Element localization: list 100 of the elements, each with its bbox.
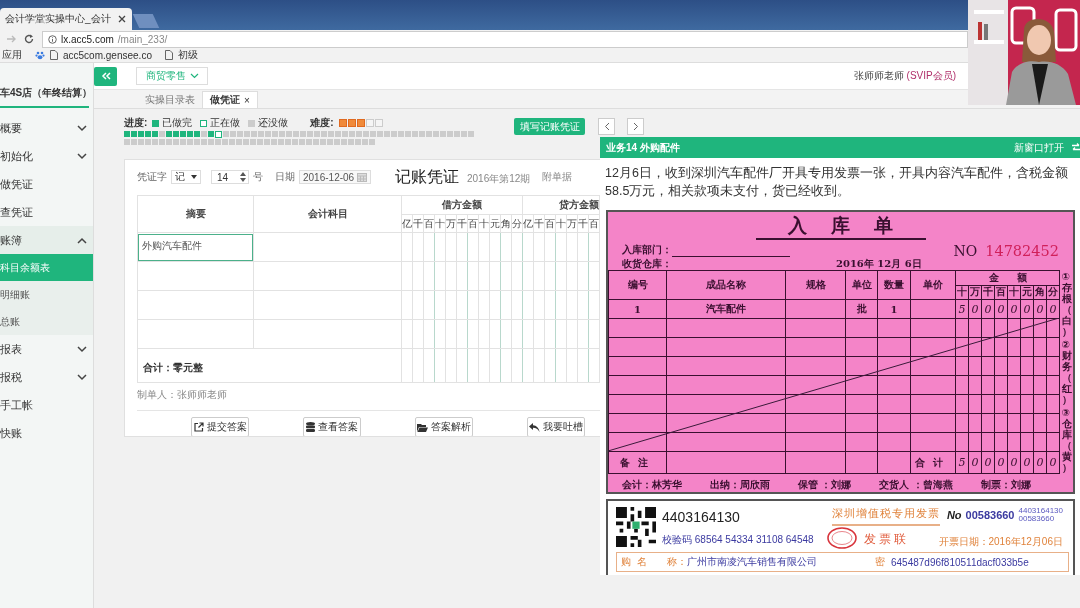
progress-cell[interactable] <box>138 139 144 145</box>
progress-cell[interactable] <box>236 139 242 145</box>
progress-cell[interactable] <box>384 131 390 137</box>
sidebar-subitem[interactable]: 总账 <box>0 308 93 335</box>
progress-cell[interactable] <box>173 139 179 145</box>
progress-cell[interactable] <box>321 131 327 137</box>
summary-field[interactable]: 外购汽车配件 <box>138 233 253 261</box>
progress-cell[interactable] <box>341 139 347 145</box>
progress-cell[interactable] <box>292 139 298 145</box>
bookmark[interactable]: 应用 <box>2 48 22 62</box>
progress-cell[interactable] <box>251 131 257 137</box>
previous-button[interactable] <box>598 118 615 135</box>
progress-cell[interactable] <box>363 131 369 137</box>
collapse-button[interactable] <box>94 66 117 86</box>
progress-cell[interactable] <box>327 139 333 145</box>
progress-cell[interactable] <box>391 131 397 137</box>
progress-cell[interactable] <box>124 131 130 137</box>
sidebar-item[interactable]: 报税 <box>0 363 93 391</box>
progress-cell[interactable] <box>194 131 200 137</box>
progress-cell[interactable] <box>334 139 340 145</box>
forward-icon[interactable] <box>6 34 16 44</box>
progress-cell[interactable] <box>201 131 207 137</box>
progress-cell[interactable] <box>229 139 235 145</box>
progress-cell[interactable] <box>412 131 418 137</box>
progress-cell[interactable] <box>159 131 165 137</box>
sidebar-item[interactable]: 快账 <box>0 419 93 447</box>
progress-cell[interactable] <box>272 131 278 137</box>
progress-cell[interactable] <box>299 139 305 145</box>
progress-cell[interactable] <box>187 131 193 137</box>
progress-cell[interactable] <box>342 131 348 137</box>
progress-cell[interactable] <box>306 139 312 145</box>
progress-cell[interactable] <box>320 139 326 145</box>
progress-cell[interactable] <box>257 139 263 145</box>
reload-icon[interactable] <box>24 34 34 44</box>
sidebar-item[interactable]: 手工帐 <box>0 391 93 419</box>
bookmark[interactable]: 初级 <box>177 48 198 62</box>
progress-cell[interactable] <box>307 131 313 137</box>
sidebar-item[interactable]: 查凭证 <box>0 198 93 226</box>
progress-cell[interactable] <box>286 131 292 137</box>
progress-cell[interactable] <box>258 131 264 137</box>
progress-cell[interactable] <box>433 131 439 137</box>
swap-icon[interactable] <box>1072 143 1080 152</box>
progress-cell[interactable] <box>278 139 284 145</box>
progress-cell[interactable] <box>370 131 376 137</box>
browser-tab[interactable]: 会计学堂实操中心_会计 <box>0 8 132 30</box>
progress-cell[interactable] <box>131 139 137 145</box>
progress-cell[interactable] <box>355 139 361 145</box>
sidebar-item[interactable]: 初始化 <box>0 142 93 170</box>
progress-cell[interactable] <box>419 131 425 137</box>
progress-cell[interactable] <box>180 131 186 137</box>
progress-cell[interactable] <box>152 139 158 145</box>
progress-cell[interactable] <box>405 131 411 137</box>
progress-cell[interactable] <box>152 131 158 137</box>
action-button[interactable]: 提交答案 <box>191 417 249 436</box>
sidebar-subitem[interactable]: 明细账 <box>0 281 93 308</box>
voucher-word-select[interactable]: 记 <box>171 170 201 184</box>
progress-cell[interactable] <box>145 131 151 137</box>
progress-cell[interactable] <box>145 139 151 145</box>
sidebar-item[interactable]: 报表 <box>0 335 93 363</box>
progress-cell[interactable] <box>208 131 214 137</box>
close-icon[interactable] <box>118 15 126 23</box>
progress-cell[interactable] <box>271 139 277 145</box>
progress-cell[interactable] <box>314 131 320 137</box>
progress-cell[interactable] <box>264 139 270 145</box>
address-field[interactable]: lx.acc5.com /main_233/ <box>42 30 968 48</box>
tab[interactable]: 实操目录表 <box>138 92 202 108</box>
progress-cell[interactable] <box>440 131 446 137</box>
progress-cell[interactable] <box>201 139 207 145</box>
progress-cell[interactable] <box>166 131 172 137</box>
progress-cell[interactable] <box>377 131 383 137</box>
progress-cell[interactable] <box>265 131 271 137</box>
progress-cell[interactable] <box>313 139 319 145</box>
voucher-number-field[interactable]: 14 <box>211 170 249 184</box>
bookmark[interactable]: acc5com.gensee.co <box>63 49 152 61</box>
progress-cell[interactable] <box>215 139 221 145</box>
sidebar-item[interactable]: 概要 <box>0 114 93 142</box>
progress-cell[interactable] <box>454 131 460 137</box>
progress-cell[interactable] <box>362 139 368 145</box>
progress-cell[interactable] <box>124 139 130 145</box>
progress-cell[interactable] <box>468 131 474 137</box>
progress-cell[interactable] <box>279 131 285 137</box>
progress-cell[interactable] <box>461 131 467 137</box>
progress-cell[interactable] <box>356 131 362 137</box>
new-tab-button[interactable] <box>132 14 160 28</box>
progress-cell[interactable] <box>194 139 200 145</box>
progress-cell[interactable] <box>223 131 229 137</box>
progress-cell[interactable] <box>230 131 236 137</box>
progress-cell[interactable] <box>215 131 222 138</box>
progress-cell[interactable] <box>293 131 299 137</box>
progress-cell[interactable] <box>349 131 355 137</box>
progress-cell[interactable] <box>208 139 214 145</box>
progress-cell[interactable] <box>426 131 432 137</box>
progress-cell[interactable] <box>244 131 250 137</box>
sidebar-item[interactable]: 做凭证 <box>0 170 93 198</box>
progress-cell[interactable] <box>187 139 193 145</box>
progress-cell[interactable] <box>243 139 249 145</box>
progress-cell[interactable] <box>369 139 375 145</box>
progress-cell[interactable] <box>237 131 243 137</box>
progress-cell[interactable] <box>138 131 144 137</box>
progress-cell[interactable] <box>447 131 453 137</box>
